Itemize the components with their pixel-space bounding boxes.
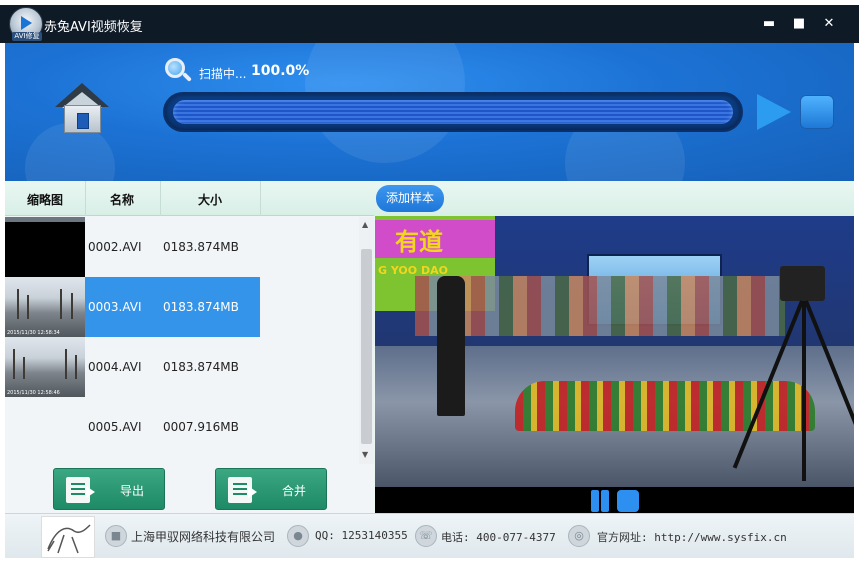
thumbnail-image: 2015/11/30 12:58:46 [5,337,85,397]
file-size: 0183.874MB [163,240,239,254]
column-header-size[interactable]: 大小 [198,191,222,208]
video-preview[interactable]: 有道 G YOO DAO [375,216,854,487]
title-bar: AVI修复 赤兔AVI视频恢复 ▬ ■ ✕ [0,5,859,43]
home-button[interactable] [55,83,110,138]
app-logo-tag: AVI修复 [12,32,42,41]
file-name: 0003.AVI [88,300,142,314]
phone-number: 电话: 400-077-4377 [441,531,556,544]
stop-button[interactable] [617,490,639,512]
company-logo [41,516,95,558]
camera-tripod [732,266,854,481]
thumbnail-timestamp: 2015/11/30 12:58:34 [7,330,60,336]
globe-icon: ◎ [568,525,590,547]
minimize-icon[interactable]: ▬ [760,15,778,33]
mosaic-region [415,276,785,336]
scroll-up-icon[interactable]: ▲ [362,220,368,229]
maximize-icon[interactable]: ■ [790,15,808,33]
scan-percent: 100.0% [251,63,310,79]
phone-icon: ☏ [415,525,437,547]
qq-number: QQ: 1253140355 [315,529,408,542]
scan-progress-fill [173,100,733,124]
file-list-panel: 缩略图 名称 大小 0002.AVI 0183.874MB 2015/11/30… [5,181,374,513]
video-controls [375,487,854,513]
footer: ■ 上海甲驭网络科技有限公司 ● QQ: 1253140355 ☏ 电话: 40… [5,513,854,558]
scroll-down-icon[interactable]: ▼ [362,450,368,459]
close-icon[interactable]: ✕ [820,15,838,33]
person-figure [437,276,465,416]
scan-header: 扫描中... 100.0% [5,43,854,181]
table-row[interactable]: 0002.AVI 0183.874MB [5,217,359,277]
list-scrollbar[interactable]: ▲ ▼ [359,217,374,464]
merge-label: 合并 [282,484,307,498]
preview-panel: 添加样本 有道 G YOO DAO [374,181,854,513]
qq-icon: ● [287,525,309,547]
file-size: 0007.916MB [163,420,239,434]
banner-text: 有道 [395,227,443,256]
window-title: 赤兔AVI视频恢复 [44,20,143,35]
file-name: 0002.AVI [88,240,142,254]
column-header-name[interactable]: 名称 [110,191,134,208]
stop-scan-button[interactable] [800,95,834,129]
start-scan-button[interactable] [757,94,791,130]
list-header: 缩略图 名称 大小 [5,181,374,216]
file-size: 0183.874MB [163,300,239,314]
column-header-thumbnail[interactable]: 缩略图 [27,191,63,208]
table-row[interactable]: 0005.AVI 0007.916MB [5,397,359,457]
file-name: 0005.AVI [88,420,142,434]
sample-toolbar: 添加样本 [374,181,854,216]
scroll-thumb[interactable] [361,249,372,444]
add-sample-button[interactable]: 添加样本 [376,185,444,212]
company-name: 上海甲驭网络科技有限公司 [131,530,276,544]
thumbnail-image: 2015/11/30 12:58:34 [5,277,85,337]
search-icon [163,57,193,85]
app-logo-icon: AVI修复 [9,7,43,41]
export-button[interactable]: 导出 [53,468,165,510]
website-link[interactable]: 官方网址: http://www.sysfix.cn [597,529,787,545]
thumbnail-timestamp: 2015/11/30 12:58:46 [7,390,60,396]
file-name: 0004.AVI [88,360,142,374]
scan-progress-bar [163,92,743,132]
table-row[interactable]: 2015/11/30 12:58:34 0003.AVI 0183.874MB [5,277,359,337]
thumbnail-image [5,217,85,277]
merge-button[interactable]: 合并 [215,468,327,510]
file-size: 0183.874MB [163,360,239,374]
scan-status-text: 扫描中... [199,67,247,81]
company-icon: ■ [105,525,127,547]
file-list: 0002.AVI 0183.874MB 2015/11/30 12:58:34 … [5,217,359,464]
table-row[interactable]: 2015/11/30 12:58:46 0004.AVI 0183.874MB [5,337,359,397]
export-label: 导出 [120,484,145,498]
pause-button[interactable] [589,490,611,512]
